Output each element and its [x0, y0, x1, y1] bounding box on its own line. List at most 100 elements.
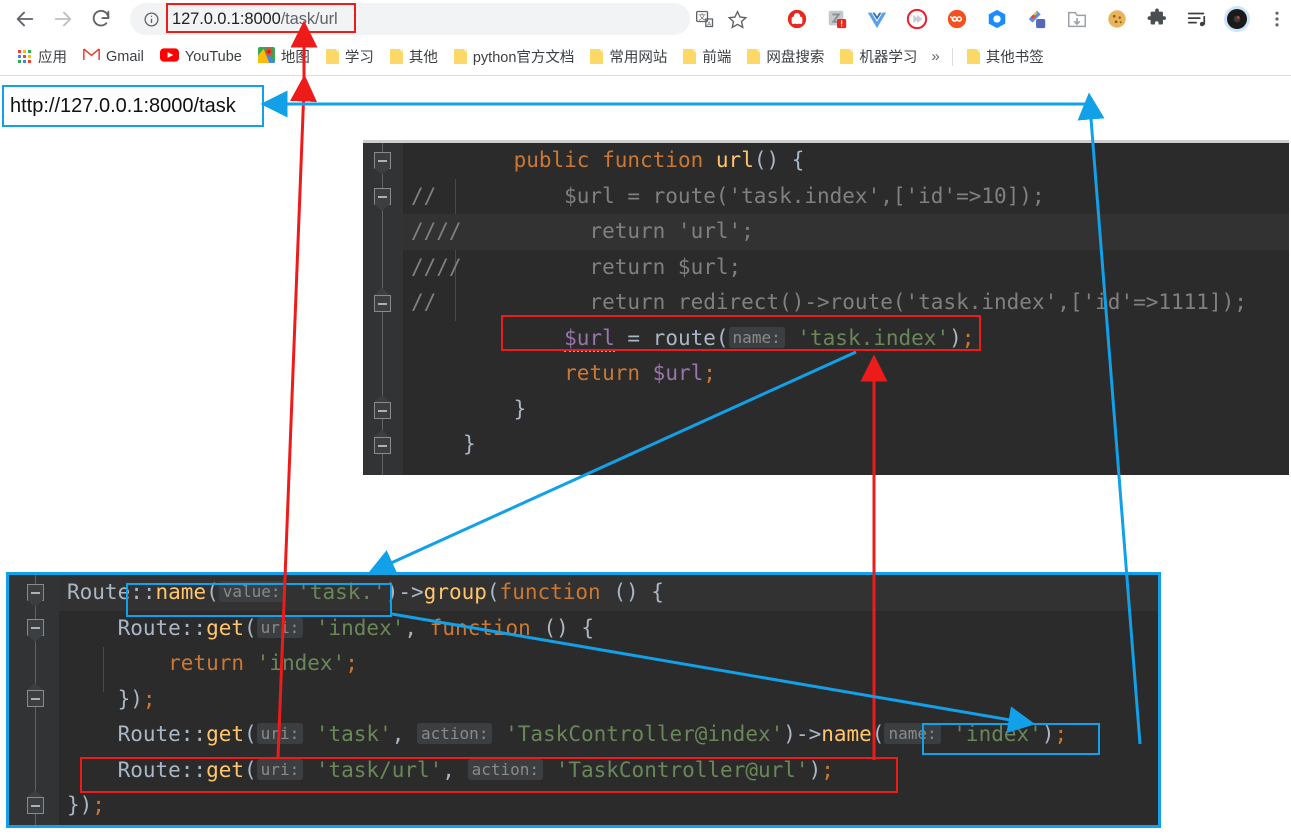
code-token: return redirect()->route('task.index',['…: [463, 290, 1247, 314]
back-button[interactable]: [8, 2, 42, 36]
code-line[interactable]: return 'index';: [59, 646, 1158, 682]
reload-button[interactable]: [84, 2, 118, 36]
screenshot-icon[interactable]: [1022, 4, 1052, 34]
code-token: }: [463, 396, 527, 421]
bookmark-item-xuexi[interactable]: 学习: [318, 43, 382, 71]
code-token: name: [821, 722, 872, 746]
folder-icon: [966, 49, 980, 64]
apps-grid-icon: [18, 49, 32, 64]
fold-marker[interactable]: [374, 395, 391, 419]
fold-marker[interactable]: [27, 584, 44, 607]
forward-button[interactable]: [46, 2, 80, 36]
bookmark-item-netdisk-search[interactable]: 网盘搜索: [739, 43, 832, 71]
code-token: return: [564, 361, 641, 385]
code-token: ;: [92, 793, 105, 817]
bookmark-label: 前端: [702, 50, 732, 66]
code-token: $url: [652, 361, 704, 385]
comment-marker: ////: [411, 254, 462, 279]
folder-icon: [590, 49, 604, 64]
fold-marker[interactable]: [27, 683, 44, 707]
infinity-new-tab-icon[interactable]: [942, 4, 972, 34]
code-token: url: [715, 148, 754, 172]
bookmark-label: Gmail: [106, 48, 144, 65]
extension-icons: !: [782, 3, 1291, 35]
bookmark-item-python-docs[interactable]: python官方文档: [446, 43, 583, 71]
bookmark-label: 其他: [408, 50, 438, 66]
code-lines-top[interactable]: public function url() {// $url = route('…: [403, 143, 1289, 475]
task-url-route-red-annotation-box: [80, 757, 898, 793]
bookmark-item-youtube[interactable]: YouTube: [152, 43, 250, 71]
code-token: return 'url';: [463, 219, 754, 243]
fold-marker[interactable]: [27, 790, 44, 814]
code-token: 'TaskController@index': [505, 722, 784, 746]
controller-code-editor[interactable]: public function url() {// $url = route('…: [363, 140, 1289, 475]
code-token: ;: [345, 651, 358, 675]
bookmark-item-machine-learning[interactable]: 机器学习: [832, 43, 925, 71]
youtube-icon: [159, 47, 179, 66]
code-line[interactable]: }: [403, 392, 1289, 428]
code-token: 'index': [256, 651, 346, 675]
code-line[interactable]: public function url() {: [403, 143, 1289, 179]
bookmarks-overflow-button[interactable]: »: [925, 48, 945, 65]
bookmark-item-qita[interactable]: 其他: [382, 43, 446, 71]
fold-marker[interactable]: [374, 188, 391, 211]
cookie-editor-icon[interactable]: [1102, 4, 1132, 34]
code-token: }): [67, 793, 93, 817]
bookmark-label: 应用: [38, 50, 67, 66]
reading-list-icon[interactable]: [1182, 4, 1212, 34]
code-token: function: [429, 615, 531, 640]
parameter-hint: uri:: [256, 616, 304, 638]
bookmark-item-gmail[interactable]: Gmail: [75, 43, 152, 71]
vue-devtools-icon[interactable]: [862, 4, 892, 34]
code-line[interactable]: });: [59, 788, 1158, 824]
generated-url-annotation-box: http://127.0.0.1:8000/task: [2, 85, 264, 127]
bookmarks-bar: 应用 Gmail YouTube 地图 学习 其他 python官方文档 常用网…: [0, 38, 1291, 76]
code-token: (: [244, 615, 257, 640]
code-token: ->: [398, 580, 424, 604]
bookmark-item-other-bookmarks[interactable]: 其他书签: [959, 43, 1052, 71]
code-line[interactable]: //// return $url;: [403, 250, 1289, 286]
code-token: ,: [391, 722, 418, 746]
chrome-menu-icon[interactable]: [1262, 4, 1291, 34]
fold-marker[interactable]: [374, 288, 391, 312]
fold-marker[interactable]: [374, 152, 391, 175]
generated-url-text: http://127.0.0.1:8000/task: [10, 94, 236, 117]
bookmark-item-maps[interactable]: 地图: [250, 43, 318, 71]
fold-marker[interactable]: [27, 619, 44, 642]
svg-text:!: !: [840, 19, 843, 28]
bookmark-star-icon[interactable]: [722, 4, 752, 34]
bookmark-item-apps[interactable]: 应用: [10, 43, 75, 71]
code-line[interactable]: }: [403, 427, 1289, 463]
bookmark-item-common-sites[interactable]: 常用网站: [582, 43, 675, 71]
code-line[interactable]: return $url;: [403, 356, 1289, 392]
comment-marker: ////: [411, 219, 462, 243]
adblock-icon[interactable]: [782, 4, 812, 34]
grammar-checker-icon[interactable]: !: [822, 4, 852, 34]
octotree-icon[interactable]: [982, 4, 1012, 34]
translate-icon[interactable]: 文A: [690, 4, 720, 34]
code-line[interactable]: // $url = route('task.index',['id'=>10])…: [403, 179, 1289, 215]
fold-marker[interactable]: [374, 430, 391, 454]
editor-gutter-top[interactable]: [363, 143, 403, 475]
parameter-hint: uri:: [256, 723, 304, 744]
video-speed-icon[interactable]: [902, 4, 932, 34]
code-token: ->: [795, 722, 822, 746]
download-icon[interactable]: [1062, 4, 1092, 34]
code-token: function: [602, 148, 704, 172]
profile-avatar-icon[interactable]: [1222, 4, 1252, 34]
extensions-puzzle-icon[interactable]: [1142, 4, 1172, 34]
bookmark-item-frontend[interactable]: 前端: [675, 43, 739, 71]
code-line[interactable]: });: [59, 682, 1158, 718]
bookmark-label: 地图: [280, 50, 310, 66]
editor-gutter-bottom[interactable]: [9, 575, 59, 825]
code-line[interactable]: //// return 'url';: [403, 214, 1289, 250]
page-info-icon[interactable]: [136, 11, 166, 28]
svg-text:A: A: [707, 21, 711, 27]
code-token: () {: [753, 148, 805, 172]
code-token: Route::: [67, 722, 207, 746]
code-token: get: [206, 722, 245, 746]
